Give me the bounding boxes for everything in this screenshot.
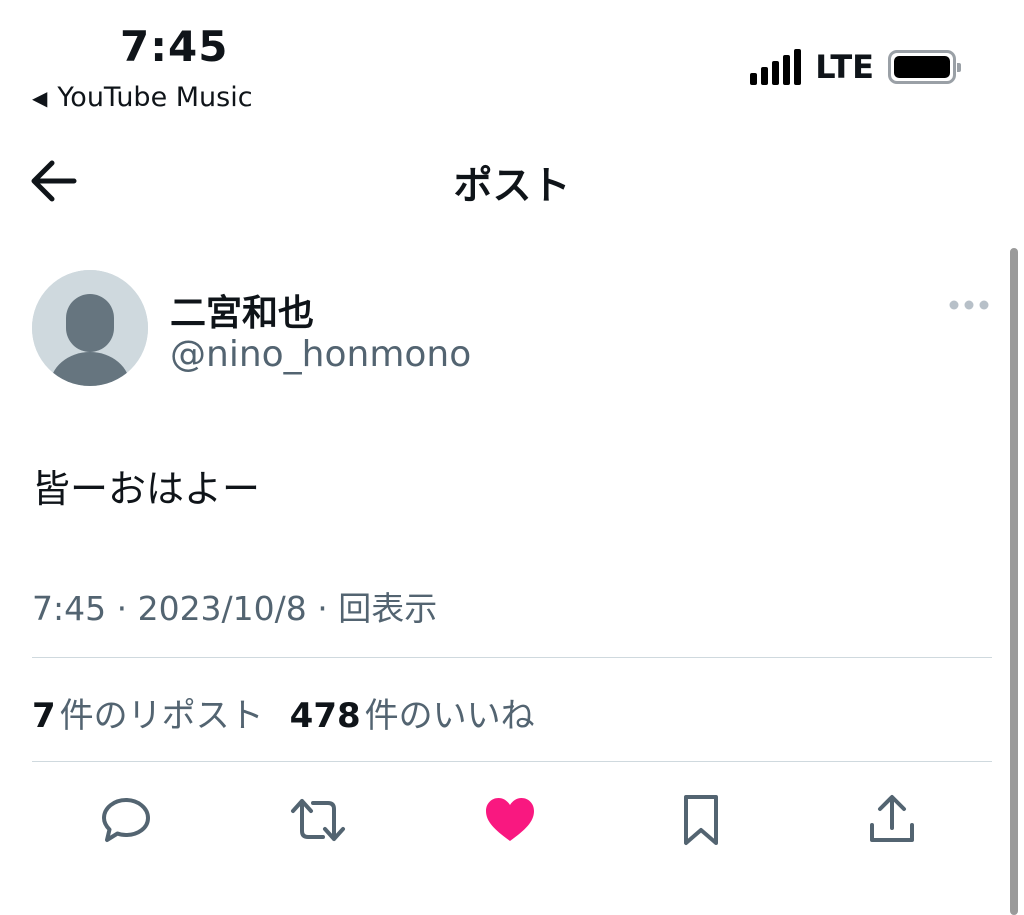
battery-icon bbox=[888, 50, 961, 84]
reply-button[interactable] bbox=[96, 790, 156, 850]
share-icon bbox=[870, 795, 914, 842]
page-title: ポスト bbox=[453, 164, 571, 209]
author-display-name[interactable]: 二宮和也 bbox=[170, 284, 314, 336]
divider bbox=[32, 657, 992, 658]
back-to-app-link[interactable]: ◀ YouTube Music bbox=[32, 82, 253, 113]
more-icon[interactable] bbox=[948, 293, 990, 317]
bookmark-icon bbox=[684, 795, 718, 845]
repost-icon bbox=[291, 799, 345, 841]
cellular-signal-icon bbox=[750, 49, 802, 85]
status-time: 7:45 bbox=[120, 22, 229, 71]
like-button[interactable] bbox=[480, 790, 540, 850]
back-triangle-icon: ◀ bbox=[32, 85, 48, 110]
like-heart-icon bbox=[486, 798, 534, 841]
post-stats: 7 件のリポスト 478 件のいいね bbox=[32, 688, 535, 737]
network-type: LTE bbox=[815, 48, 874, 86]
avatar[interactable] bbox=[32, 270, 148, 386]
repost-button[interactable] bbox=[288, 790, 348, 850]
repost-label[interactable]: 件のリポスト bbox=[60, 688, 264, 737]
reply-icon bbox=[102, 798, 150, 842]
default-avatar-icon bbox=[32, 270, 148, 386]
repost-count[interactable]: 7 bbox=[32, 696, 56, 736]
post-meta: 7:45 · 2023/10/8 · 回表示 bbox=[32, 589, 438, 628]
back-app-label: YouTube Music bbox=[57, 82, 253, 113]
bookmark-button[interactable] bbox=[671, 790, 731, 850]
post-text: 皆ーおはよー bbox=[32, 467, 261, 511]
status-indicators: LTE bbox=[750, 48, 961, 86]
share-button[interactable] bbox=[862, 790, 922, 850]
like-count[interactable]: 478 bbox=[290, 696, 361, 736]
divider bbox=[32, 761, 992, 762]
action-bar bbox=[0, 790, 1024, 850]
like-label[interactable]: 件のいいね bbox=[365, 688, 535, 737]
author-handle[interactable]: @nino_honmono bbox=[170, 334, 471, 375]
